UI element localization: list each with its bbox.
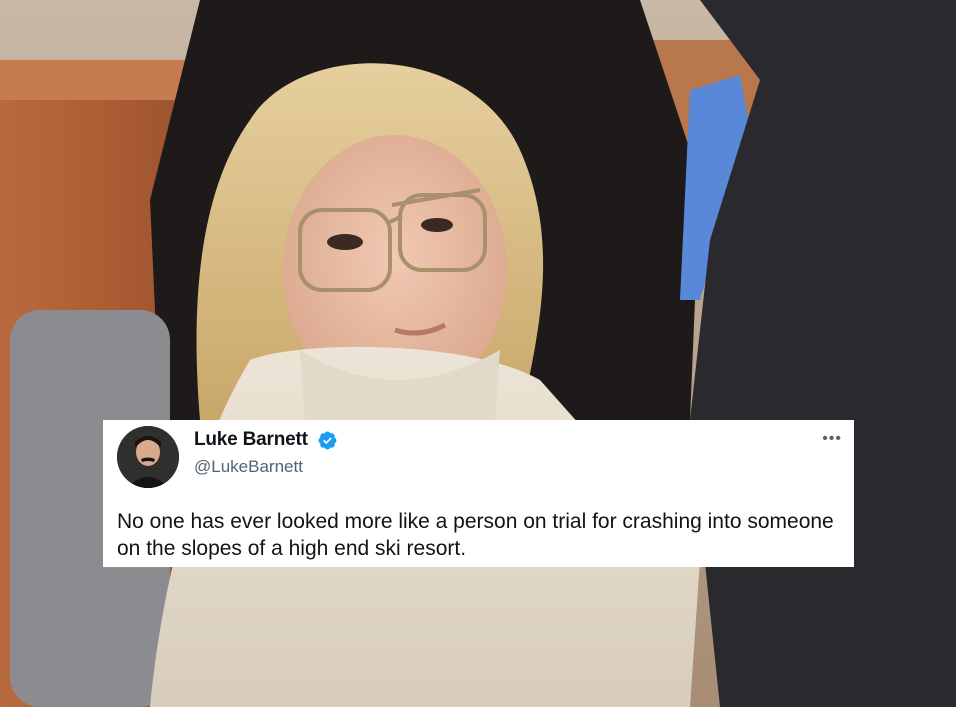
author-handle[interactable]: @LukeBarnett	[194, 457, 303, 477]
more-options-icon[interactable]: •••	[822, 430, 842, 448]
tweet-card[interactable]: Luke Barnett @LukeBarnett ••• No one has…	[103, 420, 854, 567]
verified-badge-icon	[318, 431, 337, 450]
author-display-name[interactable]: Luke Barnett	[194, 429, 308, 451]
background-photo	[0, 0, 956, 707]
tweet-text: No one has ever looked more like a perso…	[117, 510, 834, 560]
author-avatar[interactable]	[117, 426, 179, 488]
